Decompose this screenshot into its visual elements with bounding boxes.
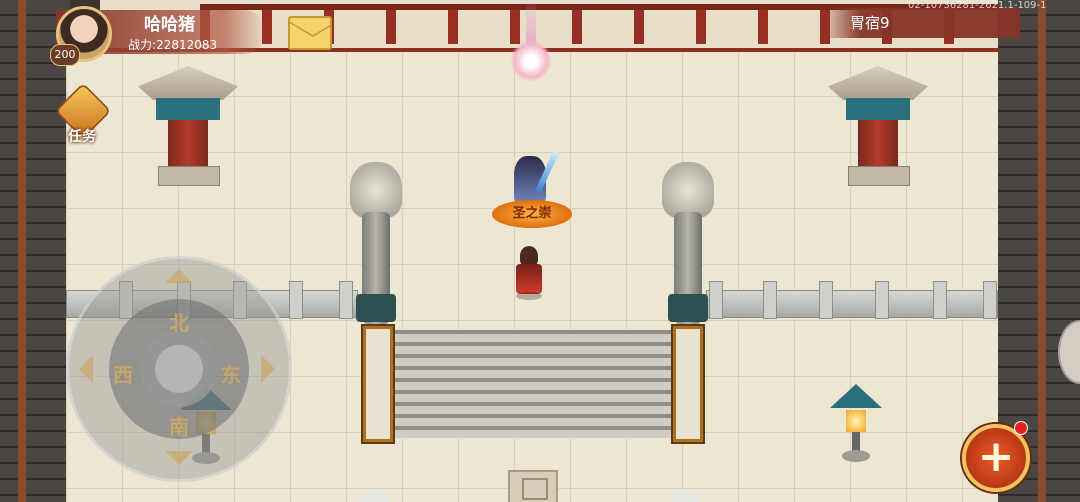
task-label: 任务: [68, 129, 96, 145]
server-id: 02-10736281-2621.1-109-1: [908, 0, 1047, 11]
game-scene[interactable]: 圣之崇 200 哈哈猪 战力:22812083 任务 胃宿9 02-107362…: [0, 0, 1080, 502]
left-roof: [0, 0, 70, 502]
direction-west: 西: [113, 363, 133, 387]
level-badge: 200: [50, 44, 80, 66]
lantern-right: [830, 384, 882, 464]
dragon-pillar-right: [662, 162, 714, 324]
stair-post-left: [361, 324, 395, 444]
chevron-down-icon: [165, 451, 193, 465]
player-info-panel[interactable]: 200 哈哈猪 战力:22812083: [26, 6, 266, 66]
player-character[interactable]: [514, 246, 544, 300]
door-emblem: [508, 470, 558, 502]
notification-dot: [1014, 421, 1028, 435]
task-button[interactable]: 任务: [52, 82, 112, 150]
stone-ornament-right: [672, 490, 700, 502]
stone-stairs: [388, 330, 674, 438]
combat-power: 战力:22812083: [128, 38, 218, 52]
dragon-pillar-left: [350, 162, 402, 324]
balustrade-right: [706, 281, 998, 319]
teleport-portal[interactable]: [510, 40, 552, 82]
joystick-thumb[interactable]: [141, 331, 217, 407]
map-name: 胃宿9: [850, 14, 890, 32]
chevron-up-icon: [165, 269, 193, 283]
direction-south: 南: [169, 415, 189, 439]
chevron-left-icon: [79, 355, 93, 383]
mail-icon[interactable]: [288, 16, 332, 50]
player-name: 哈哈猪: [144, 15, 195, 35]
direction-north: 北: [169, 311, 189, 335]
stone-tower-right: [828, 58, 928, 188]
stone-ornament-left: [360, 490, 388, 502]
stair-post-right: [671, 324, 705, 444]
virtual-joystick[interactable]: 北 南 东 西: [66, 256, 292, 482]
plus-icon: +: [977, 431, 1015, 482]
chevron-right-icon: [261, 355, 275, 383]
direction-east: 东: [221, 363, 241, 387]
npc-title-badge: 圣之崇: [492, 200, 572, 228]
stone-tower-left: [138, 58, 238, 188]
